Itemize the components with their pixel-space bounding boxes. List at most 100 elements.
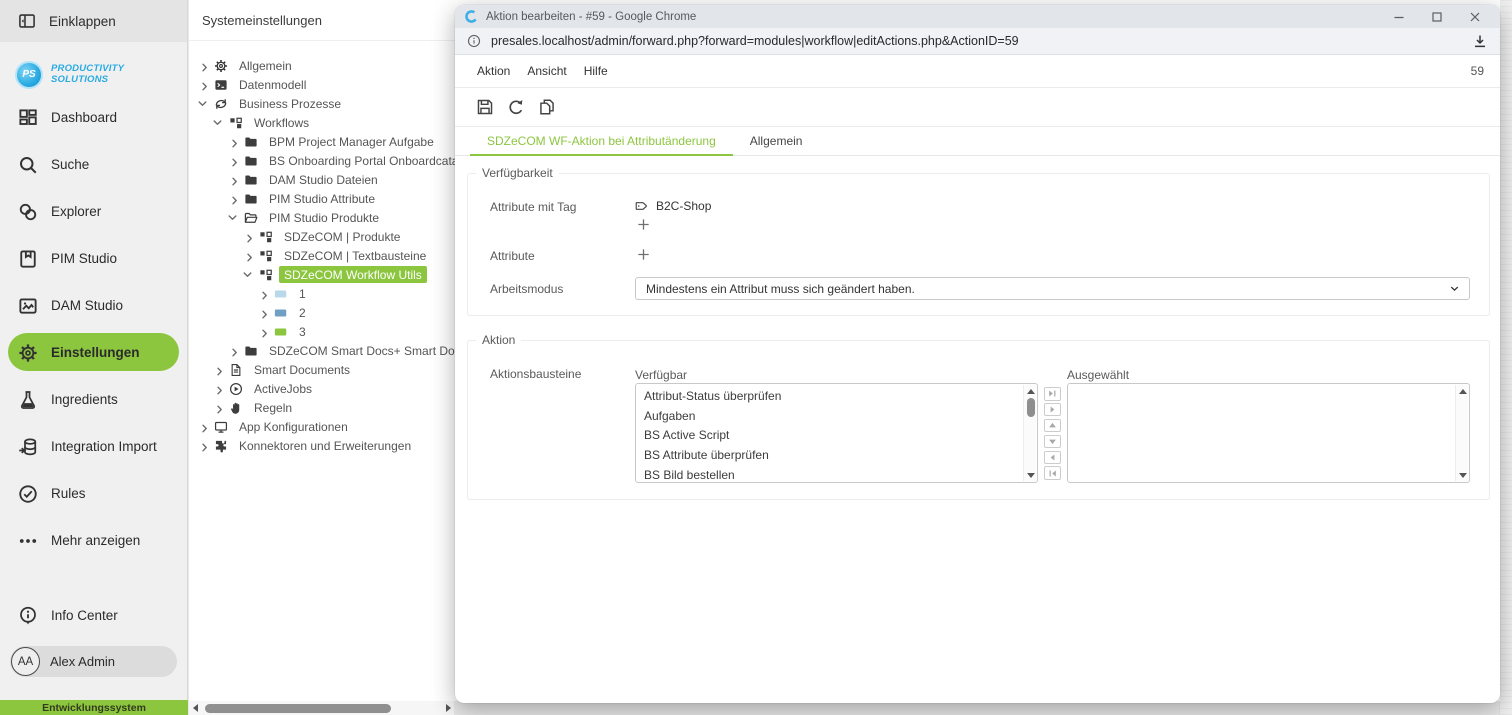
save-button[interactable] — [475, 97, 495, 117]
chevron-expanded-icon[interactable] — [230, 213, 239, 222]
available-list-items: Attribut-Status überprüfenAufgabenBS Act… — [636, 386, 1023, 483]
terminal-icon — [214, 78, 228, 92]
page-info-icon[interactable] — [467, 34, 481, 48]
add-attribute-button[interactable] — [635, 247, 651, 263]
sidebar-item-suche[interactable]: Suche — [0, 141, 187, 188]
sidebar-item-label: Dashboard — [51, 110, 117, 125]
sidebar-item-dashboard[interactable]: Dashboard — [0, 94, 187, 141]
add-tag-button[interactable] — [635, 217, 651, 233]
chevron-collapsed-icon[interactable] — [200, 80, 209, 89]
address-bar[interactable]: presales.localhost/admin/forward.php?for… — [455, 28, 1500, 55]
folder-open-icon — [244, 211, 258, 225]
move-all-right-button[interactable] — [1044, 387, 1061, 401]
selected-listbox[interactable] — [1067, 383, 1470, 483]
move-right-button[interactable] — [1044, 403, 1061, 417]
chevron-collapsed-icon[interactable] — [200, 441, 209, 450]
tree-item-label: SDZeCOM | Produkte — [279, 228, 405, 245]
chevron-collapsed-icon[interactable] — [230, 156, 239, 165]
chevron-expanded-icon[interactable] — [245, 270, 254, 279]
sidebar-item-rules[interactable]: Rules — [0, 470, 187, 517]
menu-hilfe[interactable]: Hilfe — [584, 64, 608, 78]
sidebar-item-ingredients[interactable]: Ingredients — [0, 376, 187, 423]
menu-ansicht[interactable]: Ansicht — [527, 64, 566, 78]
info-icon — [18, 606, 38, 626]
chevron-collapsed-icon[interactable] — [230, 137, 239, 146]
menu-aktion[interactable]: Aktion — [477, 64, 510, 78]
list-item-bs-bild-bestellen[interactable]: BS Bild bestellen — [636, 465, 1023, 483]
list-item-attribut-status-berpr-fen[interactable]: Attribut-Status überprüfen — [636, 386, 1023, 406]
arbeitsmodus-select[interactable]: Mindestens ein Attribut muss sich geände… — [635, 277, 1470, 300]
undo-button[interactable] — [506, 97, 526, 117]
image-icon — [18, 296, 38, 316]
scrollbar-thumb[interactable] — [1027, 398, 1035, 417]
app-stage: Systemeinstellungen AllgemeinDatenmodell… — [0, 0, 1512, 715]
sidebar-item-mehr-anzeigen[interactable]: Mehr anzeigen — [0, 517, 187, 564]
chevron-collapsed-icon[interactable] — [230, 194, 239, 203]
chevron-expanded-icon[interactable] — [215, 118, 224, 127]
tab-allgemein[interactable]: Allgemein — [733, 127, 820, 155]
chevron-collapsed-icon[interactable] — [215, 365, 224, 374]
available-listbox[interactable]: Attribut-Status überprüfenAufgabenBS Act… — [635, 383, 1038, 483]
tag-chip-b2c-shop[interactable]: B2C-Shop — [635, 199, 711, 213]
scroll-left-arrow-icon[interactable] — [189, 701, 201, 715]
sidebar-item-label: Rules — [51, 486, 86, 501]
chevron-collapsed-icon[interactable] — [245, 232, 254, 241]
chevron-collapsed-icon[interactable] — [215, 384, 224, 393]
sidebar-item-einstellungen[interactable]: Einstellungen — [0, 329, 187, 376]
sidebar-item-integration-import[interactable]: Integration Import — [0, 423, 187, 470]
copy-button[interactable] — [537, 97, 557, 117]
tree-item-label: 1 — [294, 285, 311, 302]
chevron-collapsed-icon[interactable] — [245, 251, 254, 260]
tree-item-label: Business Prozesse — [234, 95, 346, 112]
scroll-down-arrow-icon[interactable] — [1456, 469, 1469, 481]
sidebar-footer: Info Center — [0, 592, 187, 639]
available-list-scrollbar[interactable] — [1023, 385, 1036, 481]
scroll-right-arrow-icon[interactable] — [442, 701, 454, 715]
sidebar-item-info-center[interactable]: Info Center — [0, 592, 187, 639]
chevron-expanded-icon[interactable] — [200, 99, 209, 108]
sidebar-collapse-button[interactable]: Einklappen — [0, 0, 187, 42]
triangle-up-icon — [1459, 389, 1467, 394]
sidebar-item-explorer[interactable]: Explorer — [0, 188, 187, 235]
selected-list-scrollbar[interactable] — [1455, 385, 1468, 481]
sidebar-item-pim-studio[interactable]: PIM Studio — [0, 235, 187, 282]
scroll-up-arrow-icon[interactable] — [1456, 385, 1469, 397]
list-item-bs-active-script[interactable]: BS Active Script — [636, 426, 1023, 446]
scroll-down-arrow-icon[interactable] — [1024, 469, 1037, 481]
move-up-button[interactable] — [1044, 419, 1061, 433]
move-down-button[interactable] — [1044, 435, 1061, 449]
chevron-collapsed-icon[interactable] — [260, 327, 269, 336]
blocks-icon — [259, 230, 273, 244]
download-icon[interactable] — [1472, 33, 1488, 49]
avatar: AA — [11, 647, 40, 676]
move-left-button[interactable] — [1044, 451, 1061, 465]
scroll-up-arrow-icon[interactable] — [1024, 385, 1037, 397]
list-item-bs-attribute-berpr-fen[interactable]: BS Attribute überprüfen — [636, 445, 1023, 465]
sidebar-item-dam-studio[interactable]: DAM Studio — [0, 282, 187, 329]
user-menu[interactable]: AA Alex Admin — [10, 646, 177, 677]
page-scrollbar[interactable] — [1499, 0, 1512, 715]
chevron-collapsed-icon[interactable] — [215, 403, 224, 412]
maximize-button[interactable] — [1422, 5, 1452, 28]
field-label-attribute-mit-tag: Attribute mit Tag — [490, 200, 576, 214]
move-all-left-button[interactable] — [1044, 466, 1061, 480]
close-button[interactable] — [1460, 5, 1490, 28]
chevron-collapsed-icon[interactable] — [230, 175, 239, 184]
tr-all-left-icon — [1047, 469, 1058, 478]
scrollbar-thumb[interactable] — [205, 704, 391, 713]
chevron-collapsed-icon[interactable] — [260, 308, 269, 317]
collapse-panel-icon — [18, 12, 36, 30]
chevron-collapsed-icon[interactable] — [200, 422, 209, 431]
minimize-button[interactable] — [1384, 5, 1414, 28]
chevron-collapsed-icon[interactable] — [260, 289, 269, 298]
chevron-collapsed-icon[interactable] — [200, 61, 209, 70]
url-text[interactable]: presales.localhost/admin/forward.php?for… — [491, 34, 1462, 48]
list-item-aufgaben[interactable]: Aufgaben — [636, 406, 1023, 426]
brand[interactable]: PS PRODUCTIVITY SOLUTIONS — [0, 42, 187, 94]
chevron-collapsed-icon[interactable] — [230, 346, 239, 355]
tree-item-label: SDZeCOM | Textbausteine — [279, 247, 431, 264]
tree-horizontal-scrollbar[interactable] — [189, 701, 454, 715]
window-titlebar[interactable]: Aktion bearbeiten - #59 - Google Chrome — [455, 5, 1500, 28]
gear-icon — [214, 59, 228, 73]
tab-sdzecom-wf-aktion-bei-attribut-nderung[interactable]: SDZeCOM WF-Aktion bei Attributänderung — [470, 127, 733, 155]
